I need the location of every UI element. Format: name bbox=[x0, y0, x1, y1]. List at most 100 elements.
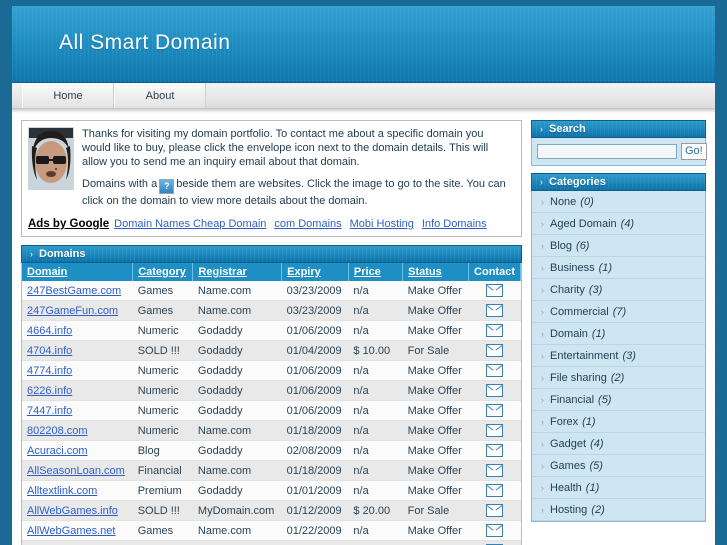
category-item-count: (3) bbox=[622, 349, 636, 362]
cell-expiry-text: 02/08/2009 bbox=[286, 444, 342, 457]
cell-expiry: 03/23/2009 bbox=[281, 300, 349, 321]
cell-contact[interactable] bbox=[468, 380, 521, 401]
cell-domain[interactable]: AllWebGames.info bbox=[22, 500, 133, 521]
category-item-commercial[interactable]: › Commercial (7) bbox=[532, 301, 705, 323]
envelope-icon[interactable] bbox=[486, 304, 504, 317]
category-item-health[interactable]: › Health (1) bbox=[532, 477, 705, 499]
chevron-right-icon: › bbox=[541, 504, 544, 515]
cell-contact[interactable] bbox=[468, 281, 521, 301]
cell-status-text: Make Offer bbox=[407, 464, 462, 477]
column-header-expiry[interactable]: Expiry bbox=[281, 263, 349, 281]
search-input[interactable] bbox=[537, 144, 677, 159]
ad-link-com-domains[interactable]: com Domains bbox=[274, 218, 341, 230]
category-item-label: Blog bbox=[550, 239, 573, 252]
envelope-icon[interactable] bbox=[486, 424, 504, 437]
column-header-category[interactable]: Category bbox=[132, 263, 194, 281]
column-header-domain[interactable]: Domain bbox=[22, 263, 134, 281]
cell-domain[interactable]: 7447.info bbox=[22, 400, 133, 421]
cell-category-text: Games bbox=[137, 304, 174, 317]
category-item-file-sharing[interactable]: › File sharing (2) bbox=[532, 367, 705, 389]
cell-category-text: Financial bbox=[137, 464, 182, 477]
cell-expiry-text: 01/06/2009 bbox=[286, 384, 342, 397]
nav-tab-home[interactable]: Home bbox=[22, 83, 114, 108]
category-item-games[interactable]: › Games (5) bbox=[532, 455, 705, 477]
ad-link-mobi-hosting[interactable]: Mobi Hosting bbox=[350, 218, 414, 230]
cell-registrar-text: Name.com bbox=[197, 284, 252, 297]
nav-tab-about[interactable]: About bbox=[114, 83, 206, 108]
category-item-blog[interactable]: › Blog (6) bbox=[532, 235, 705, 257]
envelope-icon[interactable] bbox=[486, 484, 504, 497]
category-item-forex[interactable]: › Forex (1) bbox=[532, 411, 705, 433]
search-panel-header: › Search bbox=[531, 120, 706, 138]
table-row: 4704.info SOLD !!! Godaddy 01/04/2009 $ 10.0… bbox=[22, 340, 521, 361]
category-item-domain[interactable]: › Domain (1) bbox=[532, 323, 705, 345]
cell-domain[interactable]: Acuraci.com bbox=[22, 440, 133, 461]
envelope-icon[interactable] bbox=[486, 524, 504, 537]
avatar bbox=[28, 127, 74, 190]
cell-domain[interactable]: 6226.info bbox=[22, 380, 133, 401]
table-row: AllWebGames.net Games Name.com 01/22/2009 n/… bbox=[22, 520, 521, 541]
category-item-entertainment[interactable]: › Entertainment (3) bbox=[532, 345, 705, 367]
category-item-count: (3) bbox=[588, 283, 603, 296]
category-item-financial[interactable]: › Financial (5) bbox=[532, 389, 705, 411]
category-item-label: None bbox=[550, 195, 577, 208]
cell-domain[interactable]: 802208.com bbox=[22, 420, 133, 441]
cell-registrar: Godaddy bbox=[192, 380, 282, 401]
cell-contact[interactable] bbox=[468, 500, 521, 521]
column-header-label: Expiry bbox=[287, 266, 321, 278]
cell-domain[interactable]: 247BestGame.com bbox=[22, 281, 133, 301]
envelope-icon[interactable] bbox=[486, 344, 504, 357]
envelope-icon[interactable] bbox=[486, 404, 504, 417]
cell-domain[interactable]: 4664.info bbox=[22, 320, 133, 341]
column-header-registrar[interactable]: Registrar bbox=[192, 263, 283, 281]
envelope-icon[interactable] bbox=[486, 444, 504, 457]
category-item-charity[interactable]: › Charity (3) bbox=[532, 279, 705, 301]
cell-contact[interactable] bbox=[468, 460, 521, 481]
cell-contact[interactable] bbox=[468, 320, 521, 341]
envelope-icon[interactable] bbox=[486, 384, 504, 397]
column-header-price[interactable]: Price bbox=[348, 263, 404, 281]
cell-contact[interactable] bbox=[468, 540, 521, 545]
category-item-aged-domain[interactable]: › Aged Domain (4) bbox=[532, 213, 705, 235]
cell-contact[interactable] bbox=[468, 360, 521, 381]
chevron-right-icon: › bbox=[541, 460, 544, 471]
chevron-right-icon: › bbox=[541, 394, 544, 405]
category-item-gadget[interactable]: › Gadget (4) bbox=[532, 433, 705, 455]
cell-contact[interactable] bbox=[468, 420, 521, 441]
cell-contact[interactable] bbox=[468, 300, 521, 321]
intro-text: Thanks for visiting my domain portfolio.… bbox=[82, 127, 513, 216]
cell-domain[interactable]: AllSeasonLoan.com bbox=[22, 460, 133, 481]
cell-registrar: Godaddy bbox=[192, 360, 282, 381]
cell-domain[interactable]: 247GameFun.com bbox=[22, 300, 133, 321]
envelope-icon[interactable] bbox=[486, 364, 504, 377]
category-item-none[interactable]: › None (0) bbox=[532, 191, 705, 213]
cell-domain[interactable]: AllWebGames.net bbox=[22, 520, 133, 541]
envelope-icon[interactable] bbox=[486, 504, 504, 517]
cell-expiry-text: 01/18/2009 bbox=[286, 424, 342, 437]
column-header-status[interactable]: Status bbox=[402, 263, 470, 281]
cell-contact[interactable] bbox=[468, 400, 521, 421]
cell-price: n/a bbox=[348, 380, 403, 401]
chevron-right-icon: › bbox=[30, 249, 33, 259]
envelope-icon[interactable] bbox=[486, 324, 504, 337]
cell-domain[interactable]: 4704.info bbox=[22, 340, 133, 361]
cell-registrar: Godaddy bbox=[192, 480, 282, 501]
cell-contact[interactable] bbox=[468, 480, 521, 501]
category-item-business[interactable]: › Business (1) bbox=[532, 257, 705, 279]
envelope-icon[interactable] bbox=[486, 284, 504, 297]
category-item-hosting[interactable]: › Hosting (2) bbox=[532, 499, 705, 521]
cell-domain[interactable]: Alltextlink.com bbox=[22, 480, 133, 501]
ad-link-domain-names[interactable]: Domain Names Cheap Domain bbox=[114, 218, 266, 230]
cell-contact[interactable] bbox=[468, 340, 521, 361]
cell-price: n/a bbox=[348, 281, 403, 301]
ad-link-info-domains[interactable]: Info Domains bbox=[422, 218, 487, 230]
envelope-icon[interactable] bbox=[486, 464, 504, 477]
category-item-label: Financial bbox=[550, 393, 595, 406]
cell-domain[interactable]: 4774.info bbox=[22, 360, 133, 381]
cell-contact[interactable] bbox=[468, 440, 521, 461]
chevron-right-icon: › bbox=[541, 196, 544, 207]
search-go-button[interactable]: Go! bbox=[681, 143, 707, 160]
cell-contact[interactable] bbox=[468, 520, 521, 541]
cell-expiry: 01/04/2009 bbox=[281, 340, 349, 361]
cell-domain[interactable]: AltGeek.org bbox=[22, 540, 133, 545]
